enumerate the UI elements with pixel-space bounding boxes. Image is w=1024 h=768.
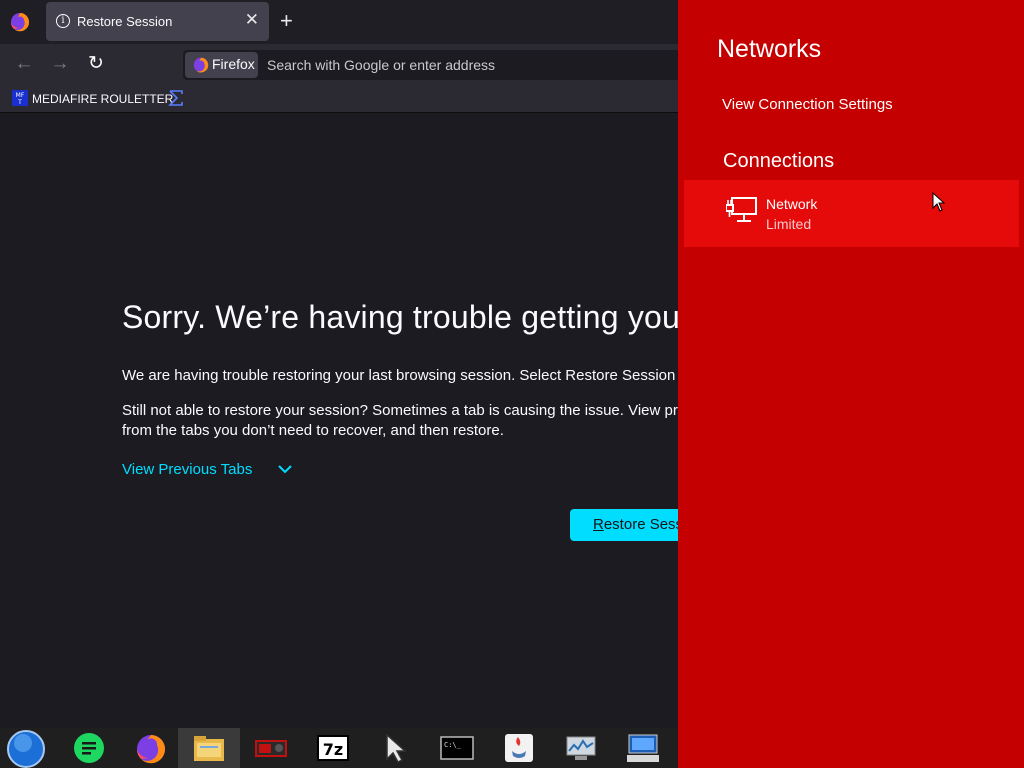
page-title: Sorry. We’re having trouble getting your <box>122 299 678 335</box>
mouse-pointer-icon <box>932 192 946 212</box>
forward-button[interactable]: → <box>48 53 72 77</box>
view-connection-settings-link[interactable]: View Connection Settings <box>722 96 893 113</box>
networks-title: Networks <box>717 35 822 63</box>
svg-text:T: T <box>17 99 22 106</box>
networks-flyout: Networks View Connection Settings Connec… <box>678 0 1024 768</box>
identity-label: Firefox <box>212 56 255 72</box>
system-monitor-icon[interactable] <box>550 728 612 768</box>
bookmark-second[interactable] <box>168 89 288 109</box>
terminal-label: C:\_ <box>444 741 462 749</box>
terminal-icon[interactable]: C:\_ <box>426 728 488 768</box>
mediafire-icon: MF T <box>12 90 28 106</box>
new-tab-button[interactable]: + <box>280 9 293 33</box>
back-button[interactable]: ← <box>12 53 36 77</box>
svg-text:MF: MF <box>16 92 25 99</box>
network-name: Network <box>766 196 818 212</box>
help-text-line-1: Still not able to restore your session? … <box>122 402 678 419</box>
bookmark-mediafire-rouletter[interactable]: MF T MEDIAFIRE ROULETTER <box>12 89 173 109</box>
tab-strip: i Restore Session ✕ + <box>0 0 678 44</box>
tab-restore-session[interactable]: i Restore Session ✕ <box>46 2 269 41</box>
bookmarks-toolbar: MF T MEDIAFIRE ROULETTER <box>0 85 678 113</box>
info-icon: i <box>56 14 70 28</box>
connections-heading: Connections <box>723 150 835 172</box>
remote-desktop-icon[interactable] <box>612 728 674 768</box>
restore-session-page: Sorry. We’re having trouble getting your… <box>0 113 678 728</box>
restore-session-button[interactable]: Restore Sess <box>570 509 678 541</box>
tab-title: Restore Session <box>77 14 173 29</box>
video-card-icon[interactable] <box>240 728 302 768</box>
restore-button-mnemonic: R <box>593 516 604 533</box>
view-previous-tabs-toggle[interactable]: View Previous Tabs <box>122 461 292 478</box>
chevron-down-icon <box>278 465 292 474</box>
url-bar[interactable]: Firefox Search with Google or enter addr… <box>183 50 678 80</box>
firefox-icon <box>193 57 209 73</box>
help-text-line-2: from the tabs you don’t need to recover,… <box>122 422 504 439</box>
bookmark-label: MEDIAFIRE ROULETTER <box>32 92 174 106</box>
sevenzip-label: 7z <box>323 740 343 759</box>
network-connection-item[interactable]: Network Limited <box>684 180 1019 247</box>
description-text: We are having trouble restoring your las… <box>122 367 678 384</box>
desktop: i Restore Session ✕ + ← → ↻ Firefox Sear… <box>0 0 1024 768</box>
reload-button[interactable]: ↻ <box>84 53 108 77</box>
firefox-window: i Restore Session ✕ + ← → ↻ Firefox Sear… <box>0 0 678 728</box>
navigation-toolbar: ← → ↻ Firefox Search with Google or ente… <box>0 44 678 85</box>
wired-network-icon <box>726 197 757 222</box>
file-explorer-icon[interactable] <box>178 728 240 768</box>
cursor-app-icon[interactable] <box>364 728 426 768</box>
7zip-icon[interactable]: 7z <box>302 728 364 768</box>
java-icon[interactable] <box>488 728 550 768</box>
firefox-taskbar-icon[interactable] <box>120 728 182 768</box>
close-tab-icon[interactable]: ✕ <box>245 10 259 30</box>
firefox-menu-icon[interactable] <box>10 12 30 32</box>
restore-button-label: estore Sess <box>603 516 678 533</box>
sigma-icon <box>168 90 183 106</box>
url-input-placeholder[interactable]: Search with Google or enter address <box>267 57 495 73</box>
notes-app-icon[interactable] <box>58 728 120 768</box>
start-orb-icon[interactable] <box>0 728 58 768</box>
identity-box[interactable]: Firefox <box>185 52 258 78</box>
taskbar: 7z C:\_ <box>0 728 678 768</box>
view-previous-tabs-label: View Previous Tabs <box>122 461 253 478</box>
network-status: Limited <box>766 216 812 232</box>
